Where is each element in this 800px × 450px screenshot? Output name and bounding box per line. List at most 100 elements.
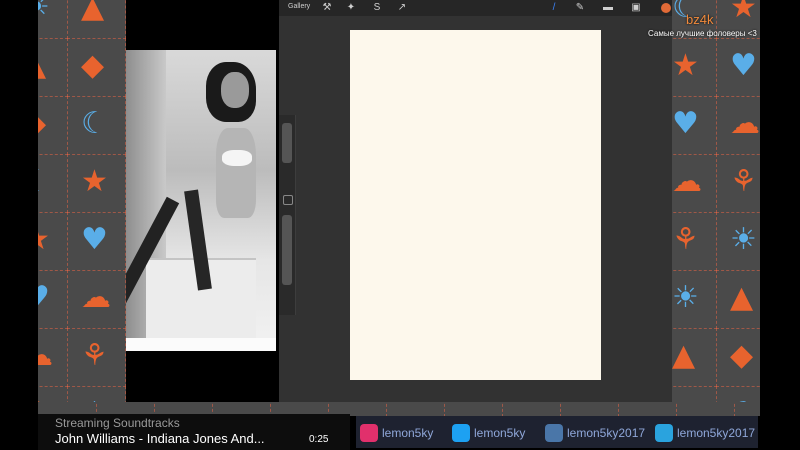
instagram-icon <box>360 424 378 442</box>
pattern-tile: ♥ <box>672 96 717 155</box>
cloud-icon: ☁ <box>672 164 702 199</box>
social-handle: lemon5ky2017 <box>567 426 646 440</box>
pattern-tile: ⚘ <box>618 402 677 416</box>
pattern-tile: ★ <box>444 402 503 416</box>
pattern-tile: ▲ <box>38 38 68 97</box>
heart-icon: ♥ <box>81 222 108 257</box>
brush-size-slider[interactable] <box>282 123 292 163</box>
music-elapsed-time: 0:25 <box>309 434 329 445</box>
photo-figure-torso <box>216 128 256 218</box>
brush-icon[interactable]: / <box>547 1 561 15</box>
drawing-canvas[interactable] <box>350 30 601 380</box>
heart-icon: ♥ <box>672 106 699 141</box>
pattern-tile: ◆ <box>67 38 126 97</box>
pattern-tile: ◆ <box>38 96 68 155</box>
pattern-tile: ☁ <box>560 402 619 416</box>
pattern-tile: ☁ <box>716 96 760 155</box>
drawing-app: Gallery ⚒ ✦ S ↗ / ✎ ▬ ▣ <box>279 0 672 402</box>
cloud-icon: ☁ <box>81 280 111 315</box>
flame-icon: ▲ <box>730 280 754 315</box>
tulip-icon: ⚘ <box>672 222 699 257</box>
pattern-tile: ⚘ <box>67 328 126 387</box>
left-pattern-background: ☀▲▲◆◆☾☾★★♥♥☁☁⚘⚘☀ <box>38 0 126 450</box>
pattern-tile: ☀ <box>38 0 68 39</box>
cloud-icon: ☁ <box>730 106 760 141</box>
pattern-tile: ▲ <box>67 0 126 39</box>
modify-button[interactable] <box>283 195 293 205</box>
pattern-tile: ☁ <box>672 154 717 213</box>
pattern-tile: ♥ <box>716 38 760 97</box>
social-link-instagram[interactable]: lemon5ky <box>360 424 433 442</box>
pattern-tile: ☁ <box>38 328 68 387</box>
pattern-tile: ▲ <box>672 328 717 387</box>
pattern-tile: ◆ <box>716 328 760 387</box>
eraser-icon[interactable]: ▬ <box>601 1 615 15</box>
drop-icon: ◆ <box>81 48 105 83</box>
star-icon: ★ <box>730 0 757 25</box>
star-icon: ★ <box>38 225 50 255</box>
moon-icon: ☾ <box>38 167 50 197</box>
flame-icon: ▲ <box>38 51 46 81</box>
sun-icon: ☀ <box>730 222 757 257</box>
transform-icon[interactable]: ↗ <box>395 1 409 15</box>
social-handle: lemon5ky2017 <box>677 426 756 440</box>
moon-icon: ☾ <box>81 106 108 141</box>
heart-icon: ♥ <box>38 283 50 313</box>
social-links-bar: lemon5ky lemon5ky lemon5ky2017 lemon5ky2017 <box>356 416 758 448</box>
pattern-tile: ▲ <box>716 270 760 329</box>
music-source-label: Streaming Soundtracks <box>55 416 180 430</box>
tulip-icon: ⚘ <box>81 338 108 373</box>
layers-icon[interactable]: ▣ <box>629 1 643 15</box>
pattern-tile: ☀ <box>716 212 760 271</box>
star-icon: ★ <box>81 164 108 199</box>
social-link-vk[interactable]: lemon5ky2017 <box>545 424 645 442</box>
pattern-tile: ★ <box>672 38 717 97</box>
pattern-tile: ☾ <box>38 154 68 213</box>
wrench-icon[interactable]: ⚒ <box>320 1 334 15</box>
gallery-button[interactable]: Gallery <box>288 3 310 10</box>
pattern-tile: ☀ <box>672 270 717 329</box>
selection-icon[interactable]: S <box>370 1 384 15</box>
magic-wand-icon[interactable]: ✦ <box>344 1 358 15</box>
pattern-tile: ☀ <box>676 402 735 416</box>
vk-icon <box>545 424 563 442</box>
left-black-strip <box>0 0 38 450</box>
pattern-tile: ♥ <box>502 402 561 416</box>
overlay-title: bz4k <box>686 12 714 27</box>
flame-icon: ▲ <box>672 338 696 373</box>
pattern-tile: ▲ <box>734 402 760 416</box>
star-icon: ★ <box>672 48 699 83</box>
heart-icon: ♥ <box>730 48 757 83</box>
photo-figure-top <box>222 150 252 166</box>
flame-icon: ▲ <box>81 0 105 25</box>
music-track-title: John Williams - Indiana Jones And... <box>55 431 265 446</box>
social-link-telegram[interactable]: lemon5ky2017 <box>655 424 755 442</box>
drop-icon: ◆ <box>730 338 754 373</box>
pattern-tile: ⚘ <box>672 212 717 271</box>
pattern-tile: ★ <box>67 154 126 213</box>
pattern-tile: ☁ <box>67 270 126 329</box>
cloud-icon: ☁ <box>38 338 53 373</box>
right-black-strip <box>760 0 800 450</box>
smudge-icon[interactable]: ✎ <box>573 1 587 15</box>
right-pattern-background: ☾★★♥♥☁☁⚘⚘☀☀▲▲◆◆☾ <box>672 0 760 450</box>
social-handle: lemon5ky <box>382 426 434 440</box>
pattern-tile: ★ <box>38 212 68 271</box>
tulip-icon: ⚘ <box>730 164 757 199</box>
app-toolbar: Gallery ⚒ ✦ S ↗ / ✎ ▬ ▣ <box>279 0 672 16</box>
pattern-tile: ⚘ <box>716 154 760 213</box>
social-handle: lemon5ky <box>474 426 526 440</box>
photo-floor <box>126 338 276 351</box>
overlay-subtitle: Самые лучшие фоловеры <3 <box>648 29 757 38</box>
now-playing-widget: Streaming Soundtracks John Williams - In… <box>38 414 350 450</box>
twitter-icon <box>452 424 470 442</box>
brush-opacity-slider[interactable] <box>282 215 292 285</box>
brush-sidebar <box>279 115 296 315</box>
sun-icon: ☀ <box>38 0 50 23</box>
pattern-tile: ☾ <box>386 402 445 416</box>
telegram-icon <box>655 424 673 442</box>
social-link-twitter[interactable]: lemon5ky <box>452 424 525 442</box>
top-black-area <box>126 0 278 50</box>
sun-icon: ☀ <box>672 280 699 315</box>
color-picker-button[interactable] <box>661 3 671 13</box>
